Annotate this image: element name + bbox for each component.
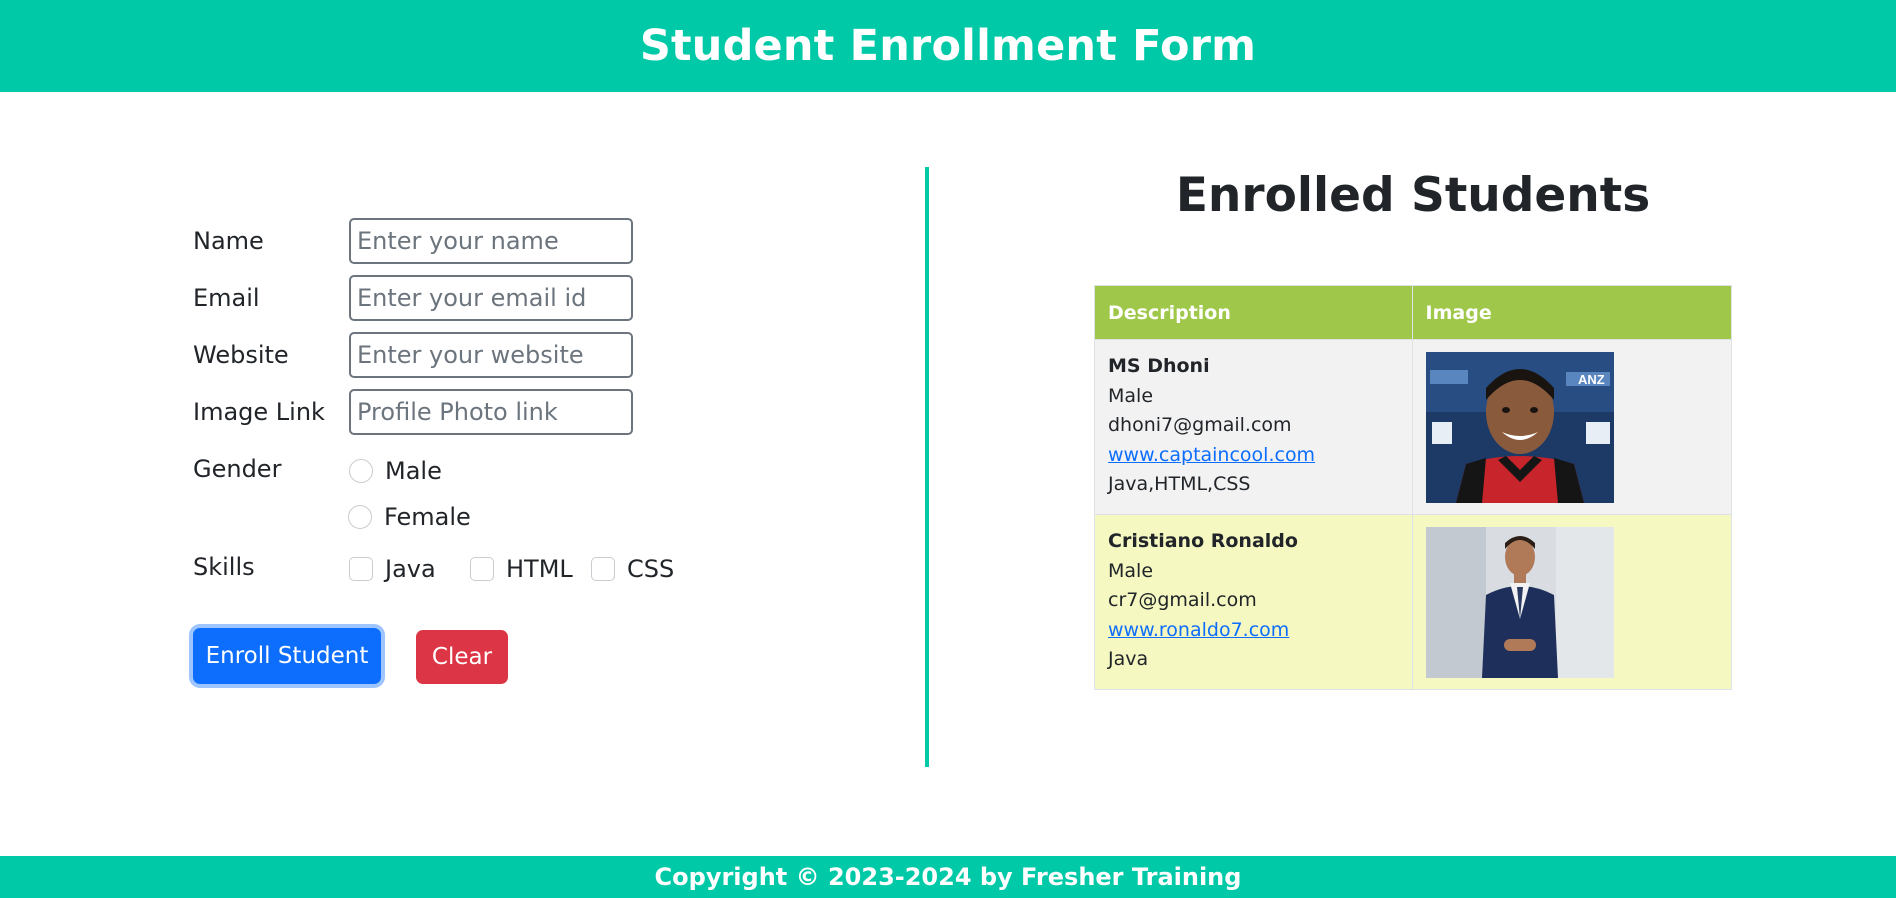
clear-button[interactable]: Clear (416, 630, 508, 684)
student-gender: Male (1108, 559, 1154, 582)
skills-label: Skills (193, 553, 255, 581)
image-link-label: Image Link (193, 398, 325, 426)
css-checkbox-label: CSS (627, 555, 675, 583)
student-image-cell (1411, 514, 1733, 690)
female-radio[interactable] (348, 505, 372, 529)
enrolled-students-table: Description Image MS Dhoni Male dhoni7@g… (1094, 285, 1733, 690)
student-name: MS Dhoni (1108, 355, 1210, 377)
student-skills: Java (1108, 648, 1149, 670)
student-email: cr7@gmail.com (1108, 589, 1257, 611)
student-website-link[interactable]: www.ronaldo7.com (1108, 619, 1289, 641)
skill-option-css[interactable]: CSS (591, 555, 674, 583)
profile-photo-dhoni: ANZ (1425, 352, 1614, 503)
column-image: Image (1411, 285, 1733, 340)
name-input[interactable] (349, 218, 633, 264)
email-label: Email (193, 284, 260, 312)
male-radio[interactable] (349, 459, 373, 483)
page-header: Student Enrollment Form (0, 0, 1896, 92)
student-image-cell: ANZ (1411, 339, 1733, 515)
female-radio-label: Female (384, 503, 471, 531)
java-checkbox[interactable] (349, 557, 373, 581)
copyright-text: Copyright © 2023-2024 by Fresher Trainin… (654, 863, 1242, 891)
student-description: MS Dhoni Male dhoni7@gmail.com www.capta… (1094, 339, 1413, 515)
table-row: Cristiano Ronaldo Male cr7@gmail.com www… (1094, 514, 1733, 690)
gender-label: Gender (193, 455, 282, 483)
student-gender: Male (1108, 384, 1154, 407)
student-website-link[interactable]: www.captaincool.com (1108, 444, 1315, 466)
male-radio-label: Male (385, 457, 442, 485)
website-input[interactable] (349, 332, 633, 378)
name-row: Name (193, 218, 633, 264)
website-row: Website (193, 332, 633, 378)
image-link-row: Image Link (193, 389, 633, 435)
enroll-student-button[interactable]: Enroll Student (193, 628, 381, 684)
html-checkbox-label: HTML (506, 555, 573, 583)
column-description: Description (1094, 285, 1413, 340)
student-email: dhoni7@gmail.com (1108, 414, 1292, 436)
skill-option-html[interactable]: HTML (470, 555, 573, 583)
section-divider (925, 167, 929, 767)
css-checkbox[interactable] (591, 557, 615, 581)
website-label: Website (193, 341, 289, 369)
profile-photo-ronaldo (1425, 527, 1614, 678)
skills-row: Skills (193, 544, 349, 590)
page-footer: Copyright © 2023-2024 by Fresher Trainin… (0, 856, 1896, 898)
html-checkbox[interactable] (470, 557, 494, 581)
gender-option-male[interactable]: Male (349, 457, 442, 485)
table-row: MS Dhoni Male dhoni7@gmail.com www.capta… (1094, 339, 1733, 515)
email-input[interactable] (349, 275, 633, 321)
gender-row: Gender (193, 446, 349, 492)
student-description: Cristiano Ronaldo Male cr7@gmail.com www… (1094, 514, 1413, 690)
gender-option-female[interactable]: Female (348, 503, 471, 531)
table-header-row: Description Image (1094, 285, 1733, 340)
image-link-input[interactable] (349, 389, 633, 435)
enrolled-students-title: Enrolled Students (1175, 168, 1651, 223)
student-name: Cristiano Ronaldo (1108, 530, 1298, 552)
student-skills: Java,HTML,CSS (1108, 473, 1251, 495)
email-row: Email (193, 275, 633, 321)
skill-option-java[interactable]: Java (349, 555, 436, 583)
java-checkbox-label: Java (385, 555, 436, 583)
page-title: Student Enrollment Form (639, 21, 1257, 71)
svg-text:ANZ: ANZ (1578, 372, 1605, 387)
name-label: Name (193, 227, 264, 255)
